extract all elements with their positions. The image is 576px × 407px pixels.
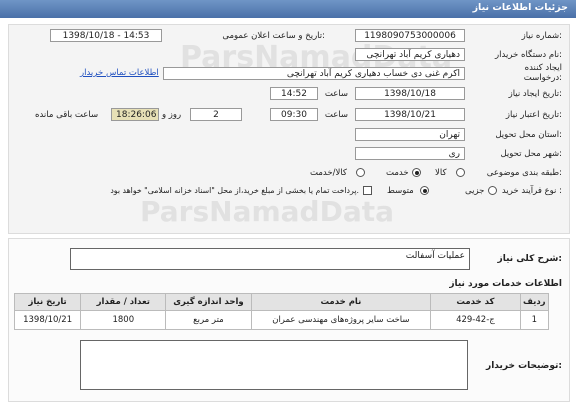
buyer-org-label: نام دستگاه خریدار: [495, 50, 562, 60]
col-service-name: نام خدمت [250, 293, 432, 311]
services-table: تاریخ نیاز تعداد / مقدار واحد اندازه گیر… [13, 293, 550, 330]
create-date-label: تاریخ ایجاد نیاز: [508, 89, 562, 99]
purchase-minor-radio[interactable] [488, 186, 497, 195]
province-field: تهران [355, 128, 465, 141]
cell-service-name: ساخت سایر پروژه‌های مهندسی عمران [250, 310, 432, 330]
treasury-payment-checkbox[interactable] [363, 186, 372, 195]
table-row: 1398/10/21 1800 متر مربع ساخت سایر پروژه… [13, 310, 550, 330]
buyer-org-field: دهیاری کریم آباد تهرانچی [355, 48, 465, 61]
creator-field: اکرم غنی دی خساب دهیاری کریم آباد تهرانچ… [163, 67, 465, 80]
purchase-medium-radio[interactable] [420, 186, 429, 195]
cell-need-date: 1398/10/21 [13, 310, 82, 330]
announce-datetime-label: تاریخ و ساعت اعلان عمومی: [222, 31, 325, 41]
col-unit: واحد اندازه گیری [165, 293, 252, 311]
subject-goods-radio[interactable] [456, 168, 465, 177]
deadline-label: تاریخ اعتبار نیاز: [505, 110, 562, 120]
page-header: جزئیات اطلاعات نیاز [0, 0, 576, 18]
creator-label: ایجاد کننده درخواست: [523, 63, 562, 83]
buyer-notes-field [80, 340, 468, 390]
deadline-date-field: 1398/10/21 [355, 108, 465, 121]
province-label: استان محل تحویل: [495, 130, 562, 140]
option-minor-label: جزیی [465, 186, 485, 196]
create-time-label: ساعت [324, 89, 348, 99]
buyer-notes-label: توضیحات خریدار: [486, 361, 562, 371]
cell-service-code: ج-42-429 [430, 310, 521, 330]
deadline-time-label: ساعت [324, 110, 348, 120]
option-goods-label: کالا [435, 168, 447, 178]
days-remaining-field: 2 [190, 108, 242, 121]
cell-unit: متر مربع [165, 310, 252, 330]
col-row-number: ردیف [519, 293, 550, 311]
col-need-date: تاریخ نیاز [13, 293, 82, 311]
city-field: ری [355, 147, 465, 160]
remaining-time-field: 18:26:06 [111, 108, 159, 121]
cell-row-number: 1 [519, 310, 550, 330]
services-title: اطلاعات خدمات مورد نیاز [449, 279, 562, 289]
need-summary-label: شرح کلی نیاز: [497, 254, 562, 264]
need-summary-field: عملیات آسفالت [70, 248, 470, 270]
days-label: روز و [162, 110, 182, 120]
deadline-time-field: 09:30 [270, 108, 318, 121]
subject-goods-service-radio[interactable] [356, 168, 365, 177]
col-service-code: کد خدمت [430, 293, 521, 311]
purchase-type-label: نوع فرآیند خرید : [501, 186, 562, 196]
services-table-header: تاریخ نیاز تعداد / مقدار واحد اندازه گیر… [13, 293, 550, 311]
page-title: جزئیات اطلاعات نیاز [472, 2, 568, 13]
treasury-payment-note: پرداخت تمام یا بخشی از مبلغ خرید،از محل … [110, 186, 359, 195]
remaining-label: ساعت باقی مانده [35, 110, 99, 120]
option-goods-service-label: کالا/خدمت [310, 168, 347, 178]
cell-quantity: 1800 [80, 310, 167, 330]
need-details-panel [8, 24, 570, 234]
subject-service-radio[interactable] [412, 168, 421, 177]
option-service-label: خدمت [386, 168, 409, 178]
option-medium-label: متوسط [387, 186, 414, 196]
create-date-field: 1398/10/18 [355, 87, 465, 100]
city-label: شهر محل تحویل: [500, 149, 562, 159]
announce-datetime-field: 1398/10/18 - 14:53 [50, 29, 162, 42]
create-time-field: 14:52 [270, 87, 318, 100]
need-number-field: 1198090753000006 [355, 29, 465, 42]
buyer-contact-link[interactable]: اطلاعات تماس خریدار [80, 68, 159, 78]
col-quantity: تعداد / مقدار [80, 293, 167, 311]
subject-class-label: طبقه بندی موضوعی: [486, 168, 562, 178]
need-number-label: شماره نیاز: [521, 31, 562, 41]
